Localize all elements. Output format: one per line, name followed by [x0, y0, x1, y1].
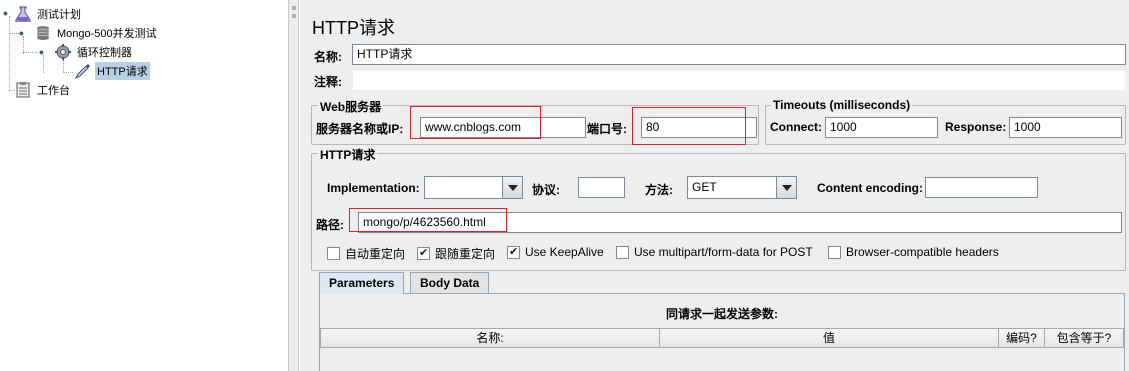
tree-item-workbench[interactable]: 工作台 [14, 81, 72, 99]
checkbox-label: 自动重定向 [345, 247, 406, 261]
checkbox-label: Use KeepAlive [525, 245, 604, 259]
params-table-caption: 同请求一起发送参数: [666, 307, 778, 321]
tree-connector [63, 60, 64, 72]
timeouts-group-title: Timeouts (milliseconds) [771, 98, 913, 112]
tree-item-label: 工作台 [37, 85, 70, 97]
spool-icon [34, 25, 52, 41]
response-label: Response: [945, 120, 1007, 134]
comment-label: 注释: [314, 75, 342, 89]
multipart-checkbox[interactable]: Use multipart/form-data for POST [616, 245, 813, 259]
tab-parameters[interactable]: Parameters [319, 272, 405, 294]
tree-item-loop-controller[interactable]: 循环控制器 [54, 43, 134, 61]
splitter-grip [292, 6, 296, 10]
tree-item-http-request[interactable]: HTTP请求 [74, 62, 150, 80]
gear-icon [54, 44, 72, 60]
column-header-name[interactable]: 名称: [320, 328, 660, 348]
params-table-body[interactable] [320, 348, 1124, 371]
implementation-label: Implementation: [327, 181, 420, 195]
expand-toggle[interactable]: ● [37, 48, 46, 57]
web-server-group-title: Web服务器 [318, 98, 384, 115]
comment-field[interactable] [352, 70, 1126, 91]
column-header-value[interactable]: 值 [659, 328, 999, 348]
follow-redirect-checkbox[interactable]: 跟随重定向 [417, 245, 495, 262]
tree-item-thread-group[interactable]: Mongo-500并发测试 [34, 24, 159, 42]
content-encoding-field[interactable] [925, 177, 1038, 198]
tree-item-label: 测试计划 [37, 9, 81, 21]
checkbox-box[interactable] [507, 245, 520, 259]
method-value: GET [692, 180, 717, 194]
highlight-box [410, 106, 541, 139]
checkbox-label: 跟随重定向 [435, 247, 496, 261]
panel-splitter[interactable] [289, 0, 299, 371]
tree-connector [63, 72, 73, 73]
browser-compatible-checkbox[interactable]: Browser-compatible headers [828, 245, 999, 259]
splitter-grip [292, 14, 296, 18]
tree-item-label: HTTP请求 [95, 62, 150, 80]
method-label: 方法: [645, 183, 673, 197]
highlight-box [349, 208, 507, 232]
port-label: 端口号: [587, 122, 627, 136]
tree-item-test-plan[interactable]: 测试计划 [14, 5, 83, 23]
highlight-box [632, 107, 746, 145]
clipboard-icon [14, 82, 32, 98]
checkbox-label: Use multipart/form-data for POST [634, 245, 813, 259]
chevron-down-icon[interactable] [776, 177, 796, 198]
tree-item-label: 循环控制器 [77, 47, 132, 59]
connect-timeout-field[interactable]: 1000 [825, 117, 938, 138]
keepalive-checkbox[interactable]: Use KeepAlive [507, 245, 604, 259]
test-plan-tree[interactable]: ● ● ● 测试计划 Mongo-500并发测试 循环控制器 HTTP请求 工作… [0, 0, 289, 371]
parameters-tab-content: 同请求一起发送参数: 名称: 值 编码? 包含等于? [319, 293, 1125, 371]
method-select[interactable]: GET [687, 176, 797, 199]
http-request-panel: HTTP请求 名称: HTTP请求 注释: Web服务器 服务器名称或IP: w… [299, 0, 1129, 371]
expand-toggle[interactable]: ● [17, 29, 26, 38]
implementation-select[interactable] [424, 176, 523, 199]
tree-connector [9, 16, 10, 90]
column-header-include-equals[interactable]: 包含等于? [1044, 328, 1124, 348]
response-timeout-field[interactable]: 1000 [1009, 117, 1122, 138]
name-field[interactable]: HTTP请求 [352, 44, 1126, 65]
tree-connector [23, 52, 37, 53]
path-label: 路径: [316, 218, 344, 232]
http-request-group-title: HTTP请求 [318, 146, 378, 163]
checkbox-box[interactable] [616, 245, 629, 259]
protocol-label: 协议: [532, 183, 560, 197]
pipette-icon [74, 63, 92, 80]
connect-label: Connect: [770, 120, 822, 134]
checkbox-box[interactable] [828, 245, 841, 259]
tree-item-label: Mongo-500并发测试 [57, 28, 157, 40]
page-title: HTTP请求 [312, 18, 395, 38]
auto-redirect-checkbox[interactable]: 自动重定向 [327, 245, 405, 262]
name-label: 名称: [314, 50, 342, 64]
checkbox-box[interactable] [327, 247, 340, 260]
checkbox-label: Browser-compatible headers [846, 245, 999, 259]
server-name-label: 服务器名称或IP: [316, 122, 404, 136]
expand-toggle[interactable]: ● [1, 9, 10, 18]
chevron-down-icon[interactable] [502, 177, 522, 198]
column-header-encode[interactable]: 编码? [998, 328, 1045, 348]
beaker-icon [14, 6, 32, 23]
tab-body-data[interactable]: Body Data [410, 272, 490, 294]
checkbox-box[interactable] [417, 246, 430, 260]
protocol-field[interactable] [578, 177, 625, 198]
tree-connector [43, 55, 44, 73]
content-encoding-label: Content encoding: [817, 181, 923, 195]
